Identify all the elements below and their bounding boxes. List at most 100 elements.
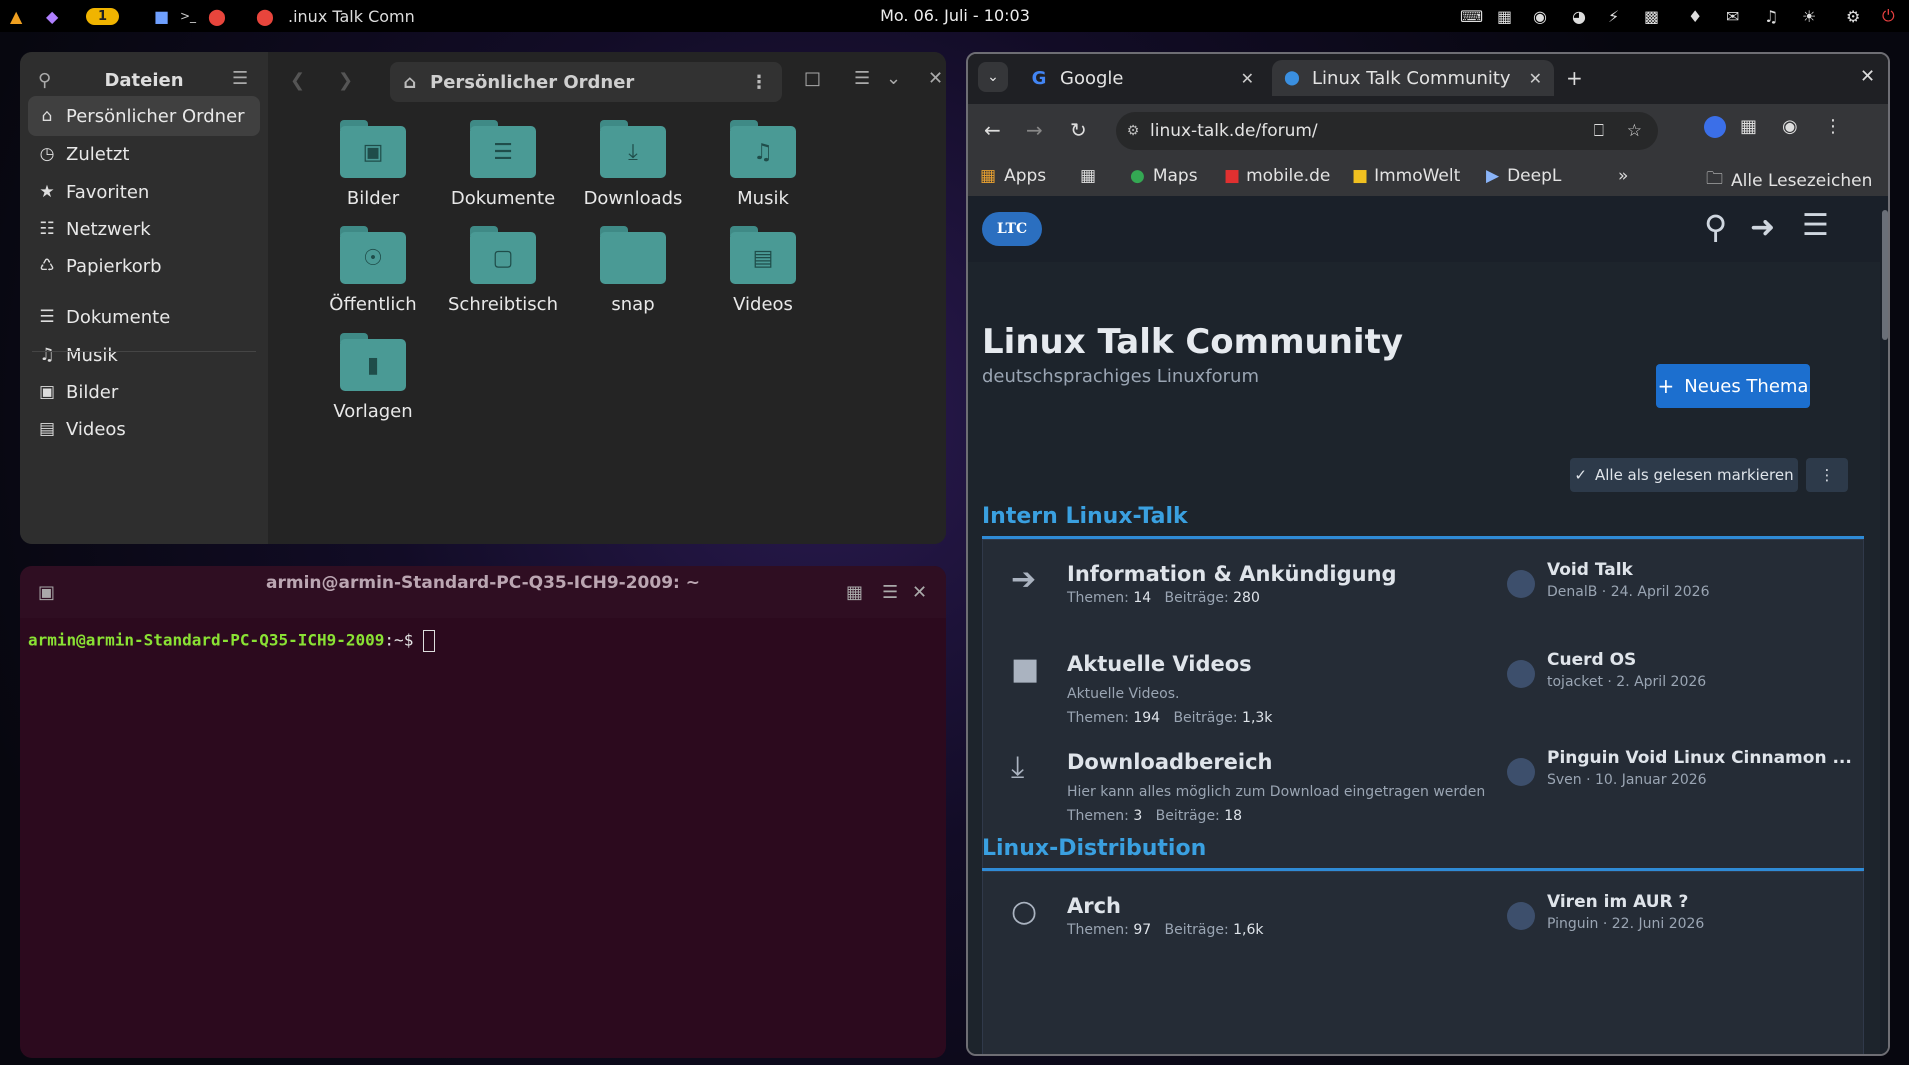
bookmark-star-icon[interactable]: ☆ [1627,121,1642,141]
files-taskbar-icon[interactable]: ■ [154,5,169,27]
folder-videos[interactable]: ▤ Videos [688,226,838,346]
folder-musik[interactable]: ♫ Musik [688,120,838,240]
more-bookmarks-icon[interactable]: » [1618,166,1628,186]
tab-groups-icon[interactable]: ▦ [1080,166,1096,186]
address-bar[interactable]: ⚙ linux-talk.de/forum/ ⎕ ☆ [1116,112,1658,150]
active-window-title[interactable]: .inux Talk Comn [288,5,415,27]
list-view-icon[interactable]: ☰ [854,68,870,89]
bookmark-maps[interactable]: ● Maps [1130,166,1198,186]
folder-schreibtisch[interactable]: ▢ Schreibtisch [428,226,578,346]
browser-menu-icon[interactable]: ⋮ [1824,116,1842,137]
node-title[interactable]: Arch [1067,894,1121,918]
brightness-icon[interactable]: ☀ [1802,5,1816,27]
power-profile-icon[interactable]: ⚡ [1608,5,1619,27]
sidebar-item-videos[interactable]: ▤ Videos [28,409,260,449]
tab-google[interactable]: G Google ✕ [1018,60,1266,96]
grid-icon[interactable]: ▦ [1497,5,1512,27]
cpu-icon[interactable]: ▩ [1644,5,1659,27]
gauge-icon[interactable]: ◕ [1572,5,1586,27]
avatar[interactable] [1507,902,1535,930]
folder-öffentlich[interactable]: ☉ Öffentlich [298,226,448,346]
sidebar-item-papierkorb[interactable]: ♺ Papierkorb [28,246,260,286]
node-title[interactable]: Aktuelle Videos [1067,652,1252,676]
close-icon[interactable]: ✕ [912,582,927,603]
tab-overview-icon[interactable]: ▦ [846,582,863,603]
extension-icon[interactable] [1704,116,1726,138]
site-info-icon[interactable]: ⚙ [1116,123,1150,139]
folder-snap[interactable]: snap [558,226,708,346]
new-tab-icon[interactable]: + [1566,66,1583,90]
avatar[interactable] [1507,660,1535,688]
more-options-button[interactable]: ⋮ [1806,458,1848,492]
scrollbar-thumb[interactable] [1882,210,1888,340]
tab-linux-talk[interactable]: ⬤ Linux Talk Community ✕ [1272,60,1554,96]
workspace-indicator[interactable]: 1 [86,5,120,27]
close-tab-icon[interactable]: ✕ [1529,69,1542,88]
location-menu-icon[interactable]: ⋮ [750,72,768,93]
node-title[interactable]: Information & Ankündigung [1067,562,1397,586]
sidebar-item-musik[interactable]: ♫ Musik [28,335,260,375]
mark-all-read-button[interactable]: ✓ Alle als gelesen markieren [1570,458,1798,492]
avatar[interactable] [1507,758,1535,786]
sidebar-item-bilder[interactable]: ▣ Bilder [28,372,260,412]
last-post-title[interactable]: Viren im AUR ? [1547,892,1688,912]
terminal-window[interactable]: ▣ armin@armin-Standard-PC-Q35-ICH9-2009:… [20,566,946,1058]
puzzle-icon[interactable]: ▦ [1740,116,1757,137]
message-icon[interactable]: ✉ [1726,5,1739,27]
sidebar-item-persönlicher-ordner[interactable]: ⌂ Persönlicher Ordner [28,96,260,136]
forward-icon[interactable]: ❯ [338,70,353,91]
terminal-prompt[interactable]: armin@armin-Standard-PC-Q35-ICH9-2009:~$ [28,630,435,652]
site-logo[interactable]: LTC [982,212,1042,246]
close-window-icon[interactable]: ✕ [1860,66,1875,87]
close-icon[interactable]: ✕ [928,68,943,89]
last-post-meta[interactable]: Pinguin · 22. Juni 2026 [1547,916,1704,932]
close-tab-icon[interactable]: ✕ [1241,69,1254,88]
power-icon[interactable]: ⏻ [1882,5,1895,27]
reload-icon[interactable]: ↻ [1070,118,1087,142]
login-icon[interactable]: ➜ [1750,210,1775,245]
profile-icon[interactable]: ◉ [1782,116,1798,137]
sidebar-item-favoriten[interactable]: ★ Favoriten [28,172,260,212]
extension-icon[interactable]: ◆ [46,5,58,27]
sidebar-item-dokumente[interactable]: ☰ Dokumente [28,297,260,337]
terminal-taskbar-icon[interactable]: >_ [180,5,196,27]
bell-icon[interactable]: ♦ [1688,5,1702,27]
category-title[interactable]: Linux-Distribution [982,836,1206,861]
folder-dokumente[interactable]: ☰ Dokumente [428,120,578,240]
bookmark-deepl[interactable]: ▶ DeepL [1486,166,1561,186]
chrome-taskbar-icon[interactable]: ⬤ [208,5,226,27]
last-post-title[interactable]: Void Talk [1547,560,1633,580]
all-bookmarks[interactable]: 🗀 Alle Lesezeichen [1706,166,1872,195]
new-thread-button[interactable]: + Neues Thema [1656,364,1810,408]
new-tab-icon[interactable]: □ [804,68,821,89]
install-icon[interactable]: ⎕ [1594,121,1604,141]
bookmark-immowelt[interactable]: ■ ImmoWelt [1352,166,1460,186]
category-title[interactable]: Intern Linux-Talk [982,504,1188,529]
forward-icon[interactable]: → [1026,118,1043,142]
bookmark-apps[interactable]: ▦ Apps [980,166,1046,186]
page-scrollbar[interactable] [1880,196,1888,1054]
sidebar-item-netzwerk[interactable]: ☷ Netzwerk [28,209,260,249]
last-post-title[interactable]: Pinguin Void Linux Cinnamon ... [1547,748,1852,768]
location-bar[interactable]: ⌂ Persönlicher Ordner ⋮ [390,62,782,102]
folder-downloads[interactable]: ⤓ Downloads [558,120,708,240]
last-post-meta[interactable]: tojacket · 2. April 2026 [1547,674,1706,690]
search-icon[interactable]: ⚲ [38,70,51,91]
volume-icon[interactable]: ♫ [1764,5,1778,27]
sidebar-item-zuletzt[interactable]: ◷ Zuletzt [28,134,260,174]
settings-icon[interactable]: ⚙ [1846,5,1860,27]
sidebar-menu-icon[interactable]: ☰ [232,68,248,89]
back-icon[interactable]: ❮ [290,70,305,91]
folder-vorlagen[interactable]: ▮ Vorlagen [298,333,448,453]
clock[interactable]: Mo. 06. Juli - 10:03 [850,6,1060,25]
menu-icon[interactable]: ☰ [1802,208,1829,243]
keyboard-icon[interactable]: ⌨ [1460,5,1483,27]
menu-icon[interactable]: ☰ [882,582,898,603]
back-icon[interactable]: ← [984,118,1001,142]
avatar[interactable] [1507,570,1535,598]
search-icon[interactable]: ⚲ [1704,208,1727,246]
folder-bilder[interactable]: ▣ Bilder [298,120,448,240]
tab-search-button[interactable]: ⌄ [978,62,1008,92]
camera-icon[interactable]: ◉ [1533,5,1547,27]
node-title[interactable]: Downloadbereich [1067,750,1273,774]
